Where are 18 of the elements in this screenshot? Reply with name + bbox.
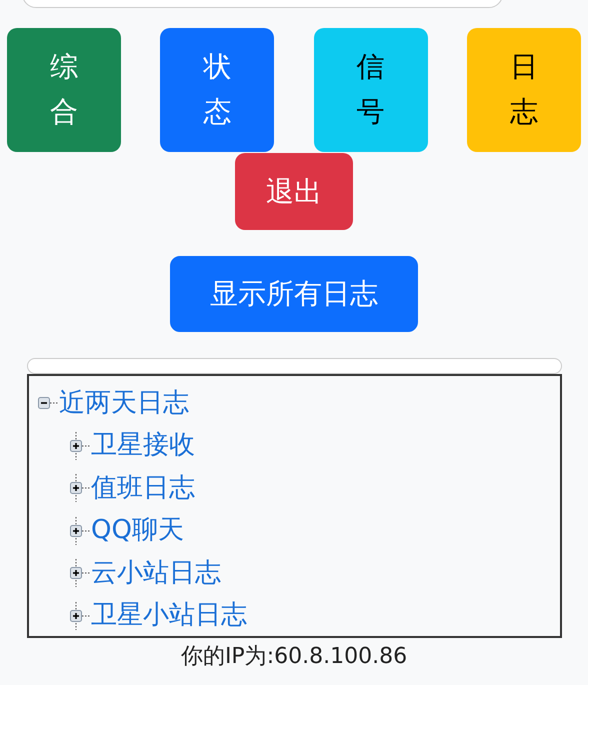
expand-icon[interactable] [69, 516, 91, 545]
tree-item[interactable]: 卫星接收 [91, 426, 195, 466]
expand-icon[interactable] [69, 474, 91, 502]
tree-item[interactable]: QQ聊天 [91, 511, 184, 550]
tree-item[interactable]: 卫星小站日志 [91, 596, 247, 636]
exit-button[interactable]: 退出 [235, 153, 353, 230]
menu-tile[interactable]: 综合 [7, 28, 121, 152]
tree-item[interactable]: 云小站日志 [91, 554, 221, 593]
expand-icon[interactable] [69, 559, 91, 588]
expand-icon[interactable] [69, 432, 91, 460]
menu-tile[interactable]: 信号 [314, 28, 428, 152]
menu-tile[interactable]: 日志 [466, 28, 581, 152]
show-all-logs-button[interactable]: 显示所有日志 [170, 256, 418, 332]
ip-address-text: 你的IP为:60.8.100.86 [180, 643, 408, 671]
expand-icon[interactable] [69, 602, 91, 630]
tree-item[interactable]: 近两天日志 [59, 384, 189, 423]
menu-tile[interactable]: 状态 [160, 28, 274, 152]
tree-item[interactable]: 值班日志 [91, 468, 195, 508]
